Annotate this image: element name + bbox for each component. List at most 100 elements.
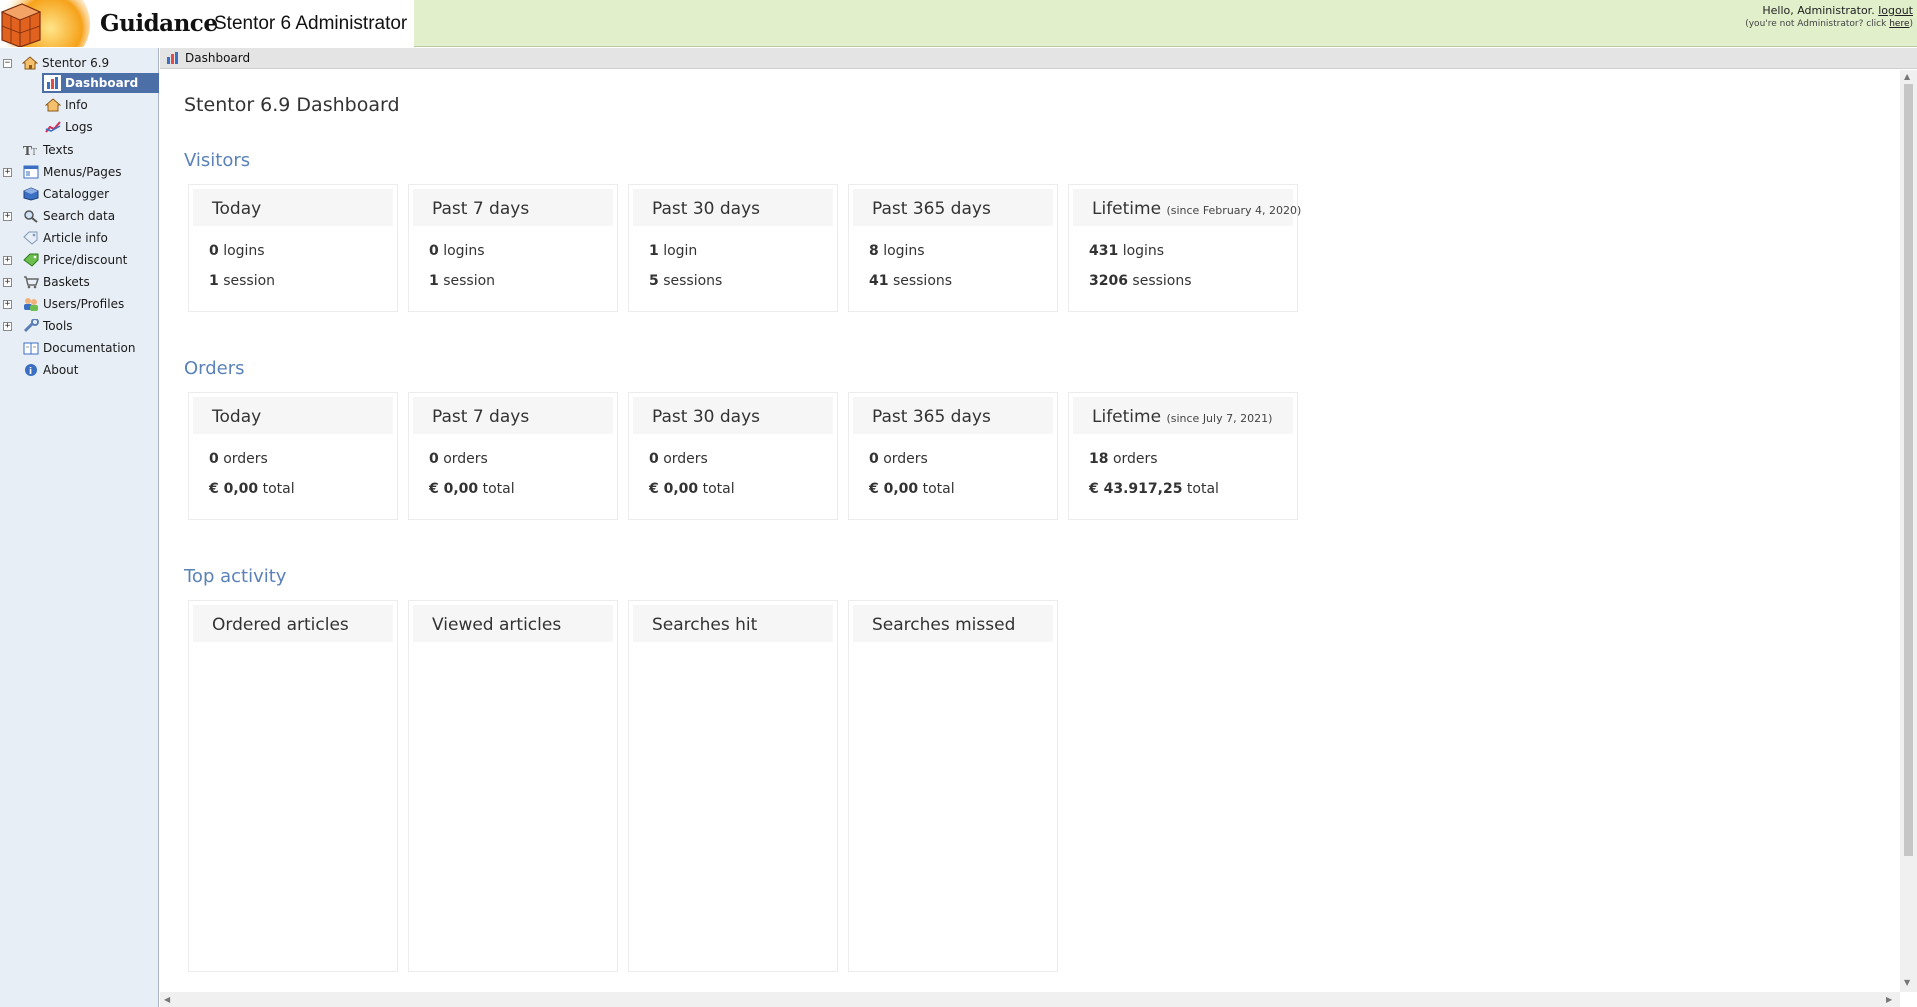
sidebar-item-dashboard[interactable]: Dashboard [42, 73, 159, 93]
visitors-card-today: Today 0 logins 1 session [188, 184, 398, 312]
orders-section-title: Orders [184, 358, 245, 379]
chart-line-icon [44, 119, 61, 135]
not-admin-text: (you're not Administrator? click [1745, 19, 1890, 29]
sessions-stat: 1 session [209, 273, 276, 289]
expand-toggle-menus-pages[interactable]: + [3, 168, 12, 177]
expand-toggle-users-profiles[interactable]: + [3, 300, 12, 309]
since-note: (since July 7, 2021) [1166, 412, 1273, 425]
switch-user-link[interactable]: here [1889, 19, 1909, 29]
sidebar-item-tools[interactable]: Tools [22, 316, 73, 336]
info-icon: i [22, 362, 39, 378]
visitors-card-past-7-days: Past 7 days 0 logins 1 session [408, 184, 618, 312]
sidebar-item-price-discount[interactable]: Price/discount [22, 250, 127, 270]
sidebar-item-info[interactable]: Info [44, 95, 88, 115]
orders-card-past-365-days: Past 365 days 0 orders € 0,00 total [848, 392, 1058, 520]
sidebar-item-label: Users/Profiles [43, 297, 125, 311]
card-title: Today [193, 189, 393, 226]
sidebar-item-label: Logs [65, 120, 93, 134]
searches-missed-card: Searches missed [848, 600, 1058, 972]
sidebar-item-label: Price/discount [43, 253, 128, 267]
viewed-articles-card: Viewed articles [408, 600, 618, 972]
product-name: Stentor 6 Administrator [214, 13, 408, 34]
scroll-down-icon[interactable]: ▼ [1904, 978, 1910, 987]
sidebar-item-catalogger[interactable]: Catalogger [22, 184, 109, 204]
sidebar-item-texts[interactable]: TT Texts [22, 140, 74, 160]
scroll-up-icon[interactable]: ▲ [1904, 72, 1910, 81]
total-stat: € 0,00 total [649, 481, 735, 497]
sidebar-tree: − Stentor 6.9 Dashboard Info Logs TT Tex… [0, 48, 159, 1007]
sidebar-item-users-profiles[interactable]: Users/Profiles [22, 294, 124, 314]
sidebar-item-search-data[interactable]: Search data [22, 206, 115, 226]
guidance-logo-icon [0, 0, 90, 47]
sidebar-item-label: Documentation [43, 341, 136, 355]
sidebar-item-baskets[interactable]: Baskets [22, 272, 90, 292]
card-title: Past 7 days [413, 397, 613, 434]
sidebar-item-label: Baskets [43, 275, 90, 289]
card-title: Searches missed [853, 605, 1053, 642]
card-title: Searches hit [633, 605, 833, 642]
orders-card-lifetime: Lifetime (since July 7, 2021) 18 orders … [1068, 392, 1298, 520]
greeting-text: Hello, Administrator. [1762, 4, 1875, 17]
vertical-scroll-thumb[interactable] [1904, 84, 1913, 856]
sidebar-item-label: Info [65, 98, 88, 112]
visitors-card-past-365-days: Past 365 days 8 logins 41 sessions [848, 184, 1058, 312]
card-title: Past 30 days [633, 397, 833, 434]
sidebar-item-documentation[interactable]: Documentation [22, 338, 136, 358]
orders-stat: 0 orders [649, 451, 708, 467]
card-title: Viewed articles [413, 605, 613, 642]
collapse-toggle-root[interactable]: − [3, 59, 12, 68]
scroll-right-icon[interactable]: ▶ [1886, 995, 1892, 1004]
card-title: Past 365 days [853, 397, 1053, 434]
sidebar-item-article-info[interactable]: Article info [22, 228, 108, 248]
sessions-stat: 3206 sessions [1089, 273, 1192, 289]
horizontal-scrollbar[interactable]: ◀ ▶ [160, 992, 1900, 1007]
user-info: Hello, Administrator. logout (you're not… [1745, 4, 1913, 29]
orders-stat: 18 orders [1089, 451, 1158, 467]
expand-toggle-search-data[interactable]: + [3, 212, 12, 221]
logout-link[interactable]: logout [1878, 4, 1913, 17]
sidebar-item-label: Search data [43, 209, 116, 223]
total-stat: € 0,00 total [209, 481, 295, 497]
visitors-section-title: Visitors [184, 150, 251, 171]
logins-stat: 8 logins [869, 243, 925, 259]
expand-toggle-tools[interactable]: + [3, 322, 12, 331]
dashboard-icon [164, 50, 181, 66]
scroll-left-icon[interactable]: ◀ [164, 995, 170, 1004]
search-icon [22, 208, 39, 224]
sessions-stat: 5 sessions [649, 273, 723, 289]
card-title: Past 365 days [853, 189, 1053, 226]
logins-stat: 0 logins [429, 243, 485, 259]
sidebar-item-label: Texts [43, 143, 74, 157]
basket-icon [22, 274, 39, 290]
sidebar-item-menus-pages[interactable]: Menus/Pages [22, 162, 122, 182]
sessions-stat: 1 session [429, 273, 496, 289]
pages-icon [22, 164, 39, 180]
orders-card-past-7-days: Past 7 days 0 orders € 0,00 total [408, 392, 618, 520]
orders-stat: 0 orders [209, 451, 268, 467]
tag-icon [22, 230, 39, 246]
sidebar-item-label: Article info [43, 231, 108, 245]
brand-name: Guidance [100, 10, 218, 37]
vertical-scrollbar[interactable]: ▲ ▼ [1900, 70, 1917, 992]
visitors-card-past-30-days: Past 30 days 1 login 5 sessions [628, 184, 838, 312]
expand-toggle-price-discount[interactable]: + [3, 256, 12, 265]
logins-stat: 1 login [649, 243, 698, 259]
sidebar-item-about[interactable]: i About [22, 360, 78, 380]
expand-toggle-baskets[interactable]: + [3, 278, 12, 287]
page-title: Stentor 6.9 Dashboard [184, 94, 400, 116]
orders-card-today: Today 0 orders € 0,00 total [188, 392, 398, 520]
top-activity-section-title: Top activity [184, 566, 287, 587]
sidebar-item-logs[interactable]: Logs [44, 117, 93, 137]
sidebar-item-label: Tools [43, 319, 73, 333]
total-stat: € 0,00 total [429, 481, 515, 497]
sidebar-item-label: Menus/Pages [43, 165, 122, 179]
sidebar-item-label: About [43, 363, 79, 377]
sidebar-item-label: Stentor 6.9 [42, 56, 110, 70]
home-icon [44, 97, 61, 113]
svg-text:i: i [29, 367, 32, 377]
sidebar-item-root[interactable]: Stentor 6.9 [21, 53, 109, 73]
card-title: Today [193, 397, 393, 434]
searches-hit-card: Searches hit [628, 600, 838, 972]
dashboard-icon [44, 75, 61, 91]
box-icon [22, 186, 39, 202]
